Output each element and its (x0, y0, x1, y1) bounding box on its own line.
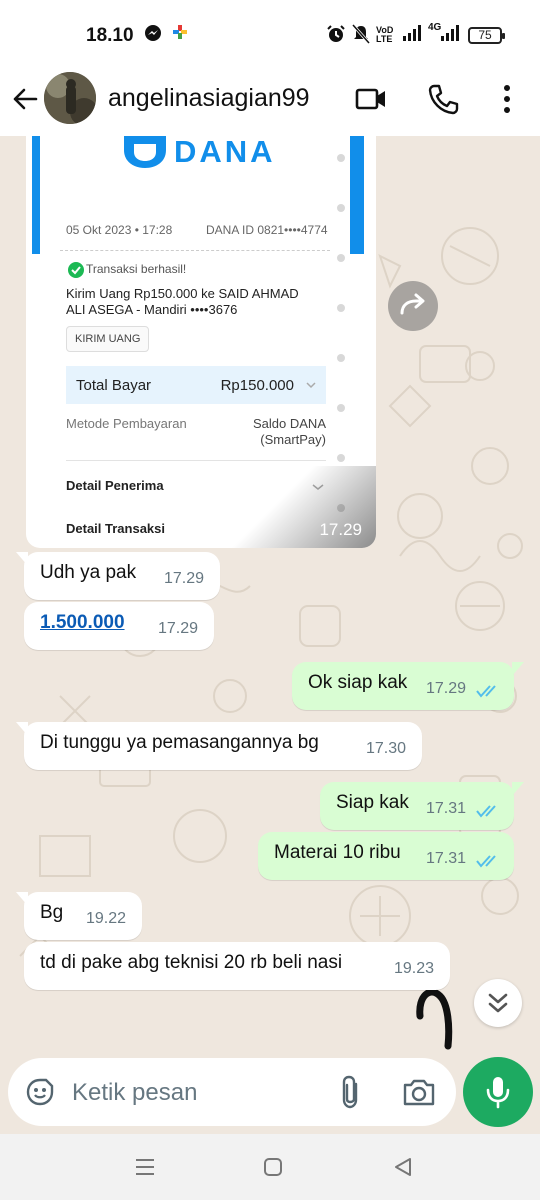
message-time: 19.22 (86, 910, 127, 927)
status-time: 18.10 (86, 25, 134, 46)
message-text: Materai 10 ribu (274, 842, 401, 863)
message-time: 17.30 (366, 740, 407, 757)
message-input[interactable] (72, 1076, 322, 1110)
receipt-divider (60, 250, 330, 251)
message-text: Bg (40, 902, 64, 923)
sticker-icon[interactable] (24, 1076, 56, 1108)
read-receipt-icon (476, 855, 496, 868)
message-bubble-outgoing[interactable]: Materai 10 ribu 17.31 (258, 832, 514, 880)
receipt-dana-id: DANA ID 0821••••4774 (206, 223, 328, 237)
receipt-status: Transaksi berhasil! (86, 262, 187, 276)
bubble-tail (512, 782, 524, 796)
message-time: 17.31 (426, 800, 467, 817)
voice-record-button[interactable] (463, 1057, 533, 1127)
message-time: 17.29 (319, 520, 362, 539)
receipt-type-tag: KIRIM UANG (66, 326, 150, 352)
alarm-icon (326, 24, 346, 49)
message-bubble-incoming[interactable]: Di tunggu ya pemasangannya bg 17.30 (24, 722, 422, 770)
receipt-total-row: Total Bayar Rp150.000 (66, 366, 326, 404)
success-check-icon (68, 262, 84, 278)
message-text: td di pake abg teknisi 20 rb beli nasi (40, 952, 343, 973)
method-label: Metode Pembayaran (66, 416, 187, 431)
system-navigation-bar (0, 1134, 540, 1200)
app-notification-icon (172, 24, 188, 45)
message-text: Ok siap kak (308, 672, 408, 693)
bubble-tail (512, 662, 524, 676)
chat-area[interactable]: DANA 05 Okt 2023 • 17:28 DANA ID 0821•••… (0, 136, 540, 1050)
total-label: Total Bayar (76, 377, 152, 394)
message-bubble-outgoing[interactable]: Ok siap kak 17.29 (292, 662, 514, 710)
dana-brand: DANA (174, 136, 276, 169)
total-value: Rp150.000 (220, 377, 294, 394)
message-text: Siap kak (336, 792, 409, 813)
message-time: 17.31 (426, 850, 467, 867)
messenger-icon (144, 24, 162, 47)
microphone-icon (486, 1077, 510, 1109)
forward-icon (400, 293, 425, 315)
mute-icon (351, 24, 371, 49)
video-call-icon[interactable] (354, 82, 388, 116)
chevron-down-icon (306, 382, 316, 389)
double-chevron-down-icon (488, 993, 508, 1013)
forward-button[interactable] (388, 281, 438, 331)
receipt-desc-line2: ALI ASEGA - Mandiri ••••3676 (66, 302, 238, 317)
contact-name[interactable]: angelinasiagian99 (108, 84, 310, 113)
message-time: 17.29 (426, 680, 467, 697)
read-receipt-icon (476, 685, 496, 698)
attach-icon[interactable] (336, 1074, 364, 1110)
bubble-tail (16, 892, 28, 906)
message-composer (8, 1058, 456, 1126)
recent-apps-icon[interactable] (132, 1154, 158, 1180)
message-text: Di tunggu ya pemasangannya bg (40, 732, 319, 753)
message-bubble-outgoing[interactable]: Siap kak 17.31 (320, 782, 514, 830)
message-bubble-incoming[interactable]: Udh ya pak 17.29 (24, 552, 220, 600)
camera-icon[interactable] (402, 1076, 436, 1108)
detail-penerima: Detail Penerima (66, 478, 164, 493)
message-link[interactable]: 1.500.000 (40, 612, 125, 634)
message-time: 19.23 (394, 960, 435, 977)
read-receipt-icon (476, 805, 496, 818)
receipt-date: 05 Okt 2023 • 17:28 (66, 223, 173, 237)
bubble-tail (16, 722, 28, 736)
message-time: 17.29 (164, 570, 205, 587)
receipt-accent-left (32, 136, 40, 254)
voice-call-icon[interactable] (426, 82, 460, 116)
back-arrow-icon[interactable] (10, 84, 40, 114)
signal-icon-2 (440, 24, 462, 47)
home-icon[interactable] (260, 1154, 286, 1180)
detail-transaksi: Detail Transaksi (66, 521, 165, 536)
bubble-tail (16, 552, 28, 566)
back-icon[interactable] (390, 1154, 416, 1180)
status-bar: 18.10 VoD LTE 4G 75 (0, 0, 540, 70)
chat-header: angelinasiagian99 (0, 70, 540, 136)
method-value: Saldo DANA (SmartPay) (253, 416, 326, 447)
receipt-accent-right (350, 136, 364, 254)
scroll-to-bottom-button[interactable] (474, 979, 522, 1027)
dana-logo-icon (124, 136, 166, 168)
signal-icon (402, 24, 424, 47)
avatar[interactable] (44, 72, 96, 124)
more-options-icon[interactable] (490, 82, 524, 116)
message-time: 17.29 (158, 620, 199, 637)
message-bubble-incoming[interactable]: 1.500.000 17.29 (24, 602, 214, 650)
message-text: Udh ya pak (40, 562, 137, 583)
volte-icon: VoD LTE (376, 25, 394, 44)
message-bubble-incoming[interactable]: Bg 19.22 (24, 892, 142, 940)
image-message[interactable]: DANA 05 Okt 2023 • 17:28 DANA ID 0821•••… (26, 136, 376, 548)
receipt-separator (66, 460, 326, 461)
message-bubble-incoming[interactable]: td di pake abg teknisi 20 rb beli nasi 1… (24, 942, 450, 990)
battery-icon: 75 (468, 27, 505, 44)
receipt-desc-line1: Kirim Uang Rp150.000 ke SAID AHMAD (66, 286, 299, 301)
